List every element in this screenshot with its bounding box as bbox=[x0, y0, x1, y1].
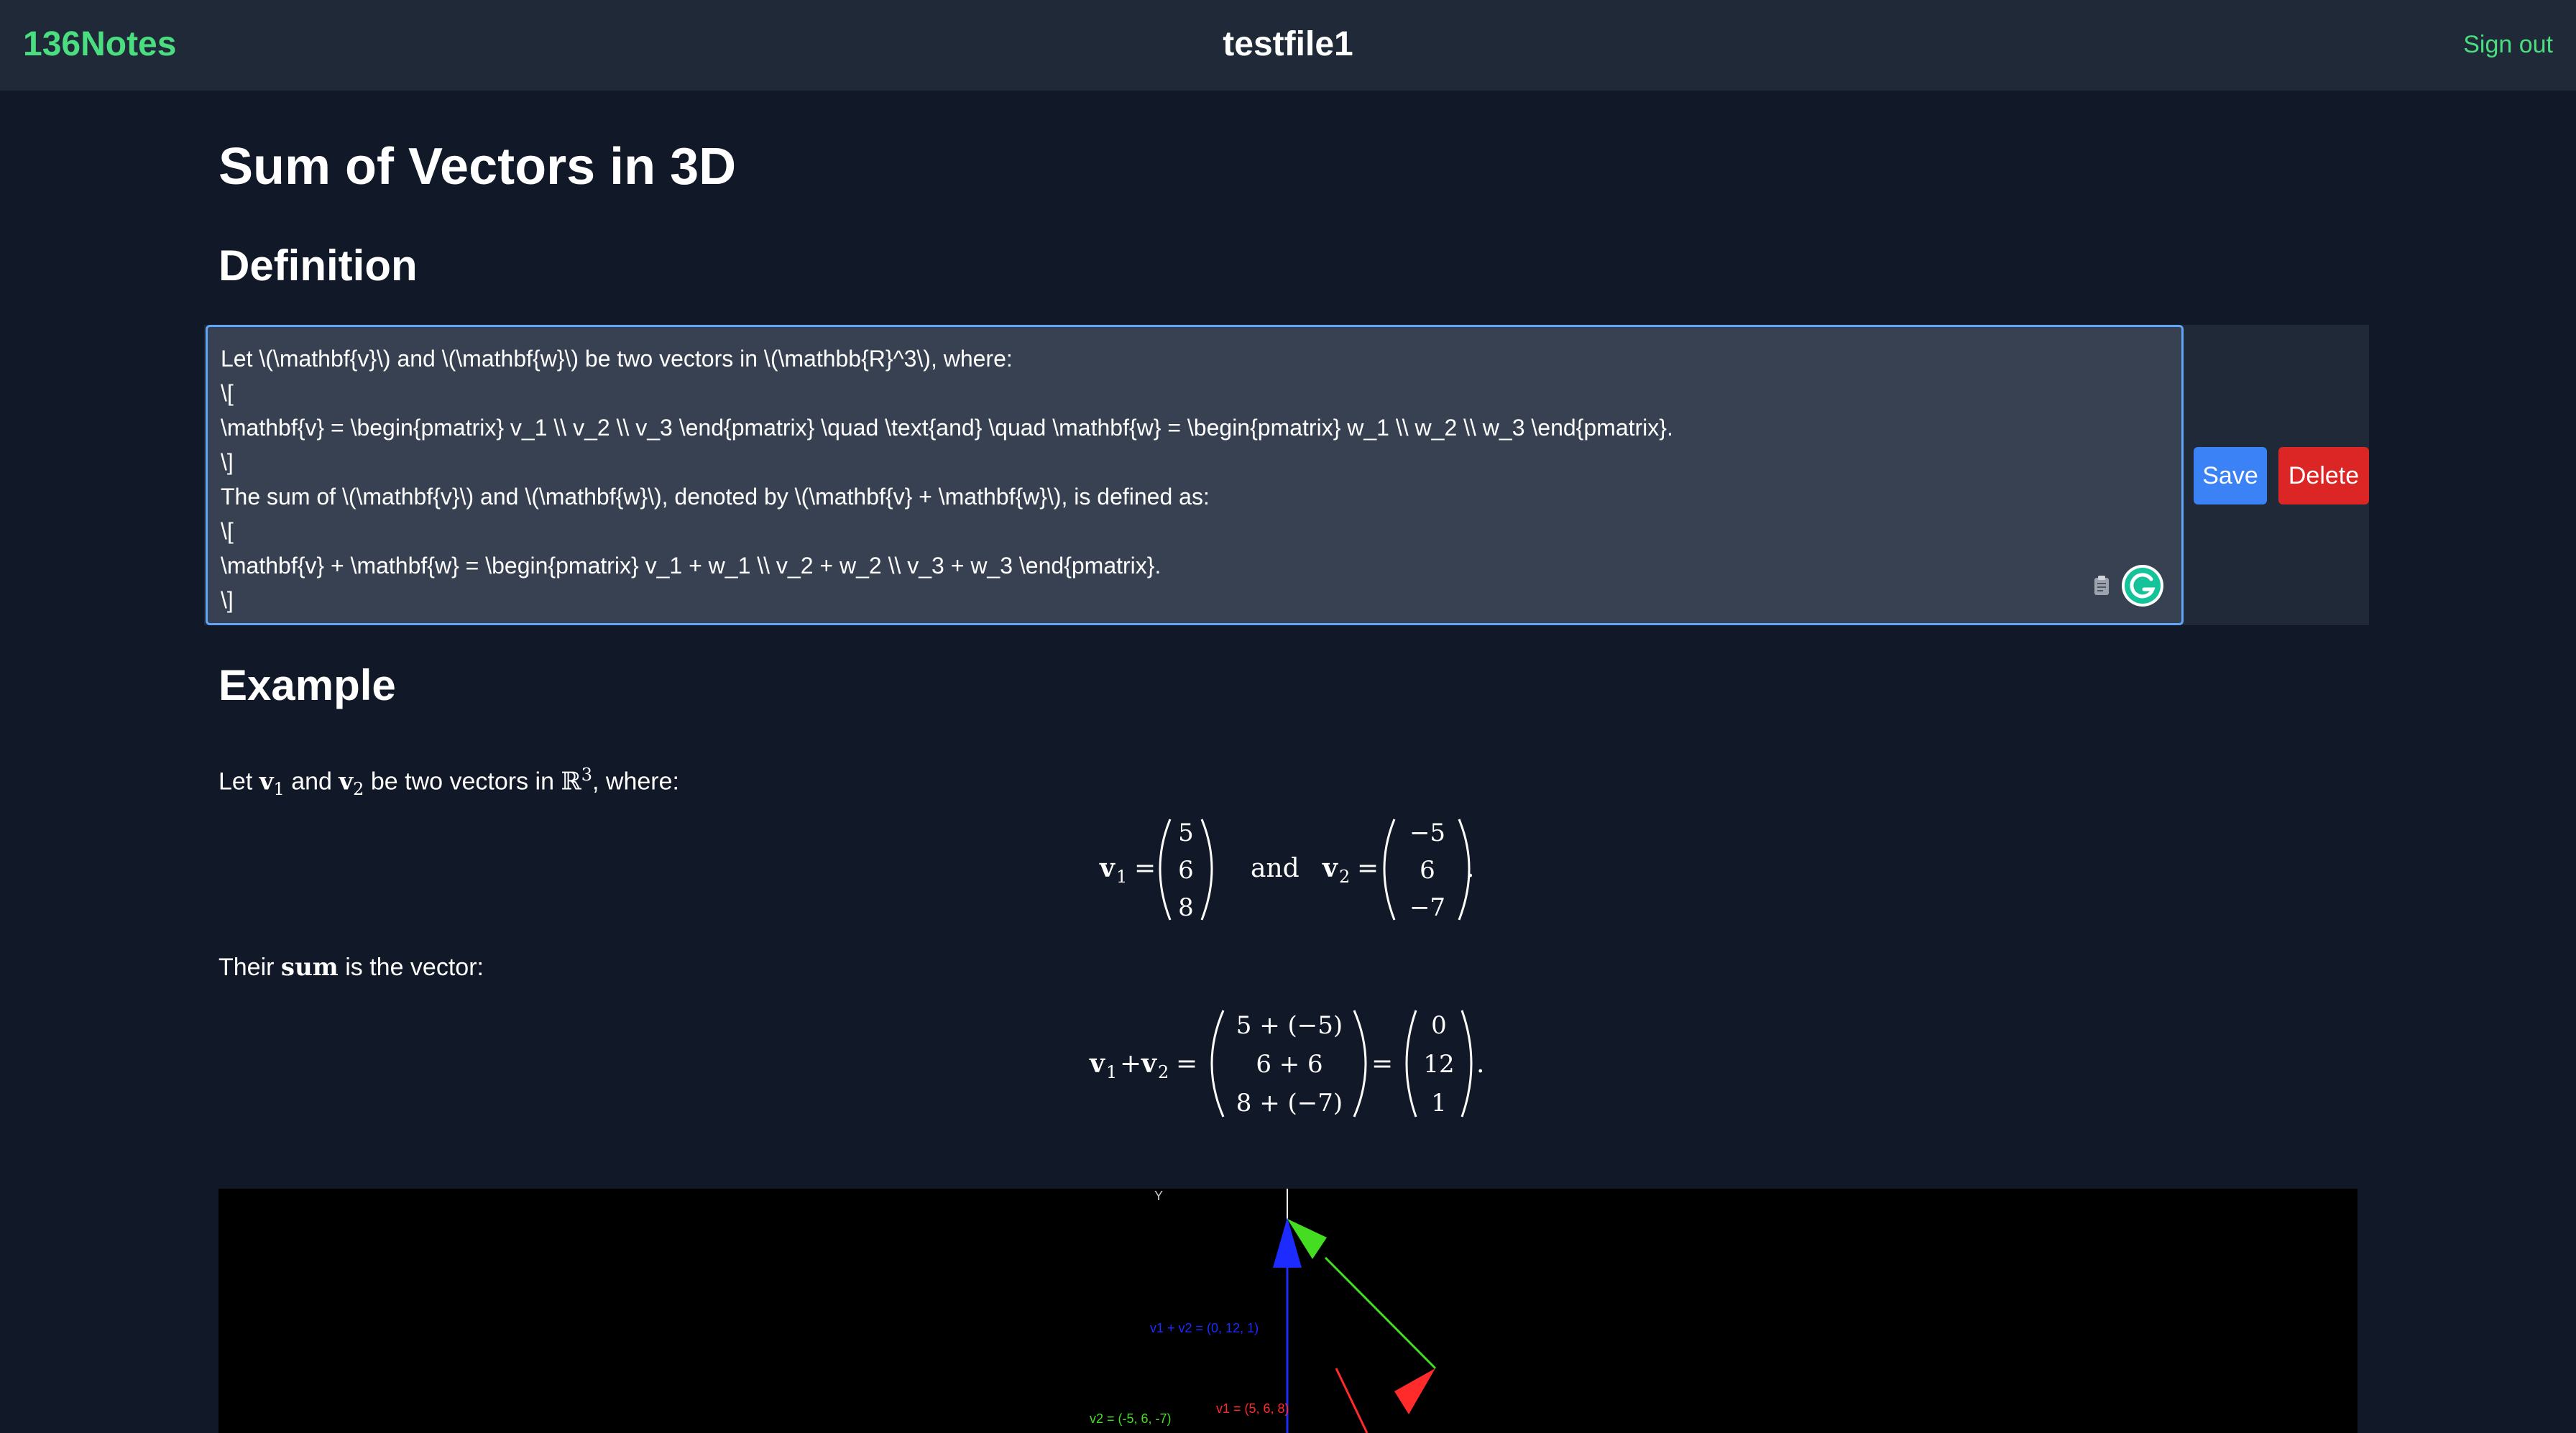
matrix-entry: 6 bbox=[1178, 856, 1194, 885]
v1-vector-arrowhead bbox=[1394, 1368, 1435, 1414]
editor-line: \mathbf{v} + \mathbf{w} = \begin{pmatrix… bbox=[221, 553, 1162, 579]
delete-button[interactable]: Delete bbox=[2278, 447, 2369, 504]
sign-out-link[interactable]: Sign out bbox=[2463, 27, 2553, 62]
right-paren bbox=[1460, 1010, 1473, 1118]
equals-sign: = bbox=[1176, 1049, 1197, 1079]
editor-line: \[ bbox=[221, 380, 234, 406]
matrix-entry: 5 bbox=[1178, 819, 1194, 847]
left-paren bbox=[1210, 1010, 1225, 1118]
v1-symbol: v bbox=[1099, 853, 1116, 883]
sum-text: is the vector: bbox=[338, 954, 484, 981]
and-text: and bbox=[1251, 854, 1300, 883]
matrix-entry: 6 + 6 bbox=[1256, 1050, 1322, 1079]
intro-text: be two vectors in bbox=[364, 768, 561, 796]
save-button[interactable]: Save bbox=[2194, 447, 2267, 504]
equals-sign: = bbox=[1357, 854, 1379, 883]
v1-vector-label: v1 = (5, 6, 8) bbox=[1216, 1401, 1289, 1416]
matrix-entry: 5 + (−5) bbox=[1236, 1011, 1343, 1040]
left-paren bbox=[1383, 819, 1396, 921]
v1-subscript: 1 bbox=[1106, 1062, 1117, 1082]
top-navbar: 136Notes testfile1 Sign out bbox=[0, 0, 2576, 91]
editor-line: \mathbf{v} = \begin{pmatrix} v_1 \\ v_2 … bbox=[221, 415, 1673, 441]
matrix-entry: 6 bbox=[1420, 856, 1435, 885]
intro-text: and bbox=[284, 768, 339, 796]
v2-subscript: 2 bbox=[353, 779, 364, 800]
sum-bold-word: sum bbox=[280, 953, 339, 982]
example-intro: Let v1 and v2 be two vectors in ℝ3, wher… bbox=[218, 757, 679, 806]
v2-symbol: v bbox=[1322, 853, 1338, 883]
vector-v1-symbol: v bbox=[259, 767, 274, 796]
vector-v2-symbol: v bbox=[339, 767, 354, 796]
period: . bbox=[1466, 854, 1474, 883]
left-paren bbox=[1159, 819, 1172, 921]
document-title: testfile1 bbox=[1223, 25, 1353, 63]
editor-line: \[ bbox=[221, 518, 234, 544]
equals-sign: = bbox=[1371, 1049, 1393, 1079]
v2-subscript: 2 bbox=[1339, 867, 1350, 887]
editor-line: The sum of \(\mathbf{v}\) and \(\mathbf{… bbox=[221, 484, 1210, 510]
matrix-entry: 1 bbox=[1431, 1089, 1447, 1118]
v1-subscript: 1 bbox=[1116, 867, 1127, 887]
note-editor-textarea[interactable]: Let \(\mathbf{v}\) and \(\mathbf{w}\) be… bbox=[206, 325, 2184, 625]
sum-sentence: Their sum is the vector: bbox=[218, 950, 484, 985]
plus-sign: + bbox=[1120, 1049, 1141, 1079]
v2-symbol: v bbox=[1141, 1049, 1157, 1079]
v2-subscript: 2 bbox=[1158, 1062, 1169, 1082]
matrix-entry: −7 bbox=[1409, 893, 1445, 922]
page-title: Sum of Vectors in 3D bbox=[218, 138, 737, 195]
field-superscript: 3 bbox=[581, 765, 592, 785]
editor-line: Let \(\mathbf{v}\) and \(\mathbf{w}\) be… bbox=[221, 346, 1013, 372]
v1-subscript: 1 bbox=[273, 779, 285, 800]
sum-text: Their bbox=[218, 954, 281, 981]
left-paren bbox=[1405, 1010, 1417, 1118]
intro-text: , where: bbox=[592, 768, 679, 796]
right-paren bbox=[1353, 1010, 1367, 1118]
definition-heading: Definition bbox=[218, 241, 418, 290]
vector-definition-equation: v 1 = 5 6 8 and v 2 = −5 6 −7 . bbox=[1099, 819, 1474, 922]
sum-vector-label: v1 + v2 = (0, 12, 1) bbox=[1150, 1321, 1259, 1335]
matrix-entry: 8 + (−7) bbox=[1236, 1089, 1343, 1118]
v2-vector-label: v2 = (-5, 6, -7) bbox=[1090, 1411, 1172, 1426]
intro-text: Let bbox=[218, 768, 259, 796]
clipboard-icon[interactable] bbox=[2093, 575, 2110, 596]
matrix-entry: 0 bbox=[1431, 1011, 1447, 1040]
real-field-symbol: ℝ bbox=[561, 767, 581, 796]
vector-sum-equation: v 1 + v 2 = 5 + (−5) 6 + 6 8 + (−7) = 0 … bbox=[1089, 1010, 1484, 1118]
matrix-entry: 8 bbox=[1178, 893, 1194, 922]
y-axis-label: Y bbox=[1154, 1189, 1163, 1203]
v1-vector-line bbox=[1335, 1368, 1368, 1433]
vector-3d-canvas[interactable]: Y v1 + v2 = (0, 12, 1) v1 = (5, 6, 8) v2… bbox=[218, 1189, 2358, 1433]
editor-line: \] bbox=[221, 449, 234, 475]
grammarly-icon[interactable] bbox=[2120, 563, 2165, 608]
example-heading: Example bbox=[218, 661, 396, 709]
equals-sign: = bbox=[1134, 854, 1156, 883]
right-paren bbox=[1200, 819, 1213, 921]
matrix-entry: −5 bbox=[1409, 819, 1445, 847]
v2-vector-line bbox=[1324, 1256, 1437, 1370]
period: . bbox=[1476, 1049, 1484, 1079]
matrix-entry: 12 bbox=[1423, 1050, 1454, 1079]
v1-symbol: v bbox=[1089, 1049, 1105, 1079]
editor-line: \] bbox=[221, 587, 234, 613]
vector-3d-scene: Y v1 + v2 = (0, 12, 1) v1 = (5, 6, 8) v2… bbox=[1090, 1189, 1437, 1433]
